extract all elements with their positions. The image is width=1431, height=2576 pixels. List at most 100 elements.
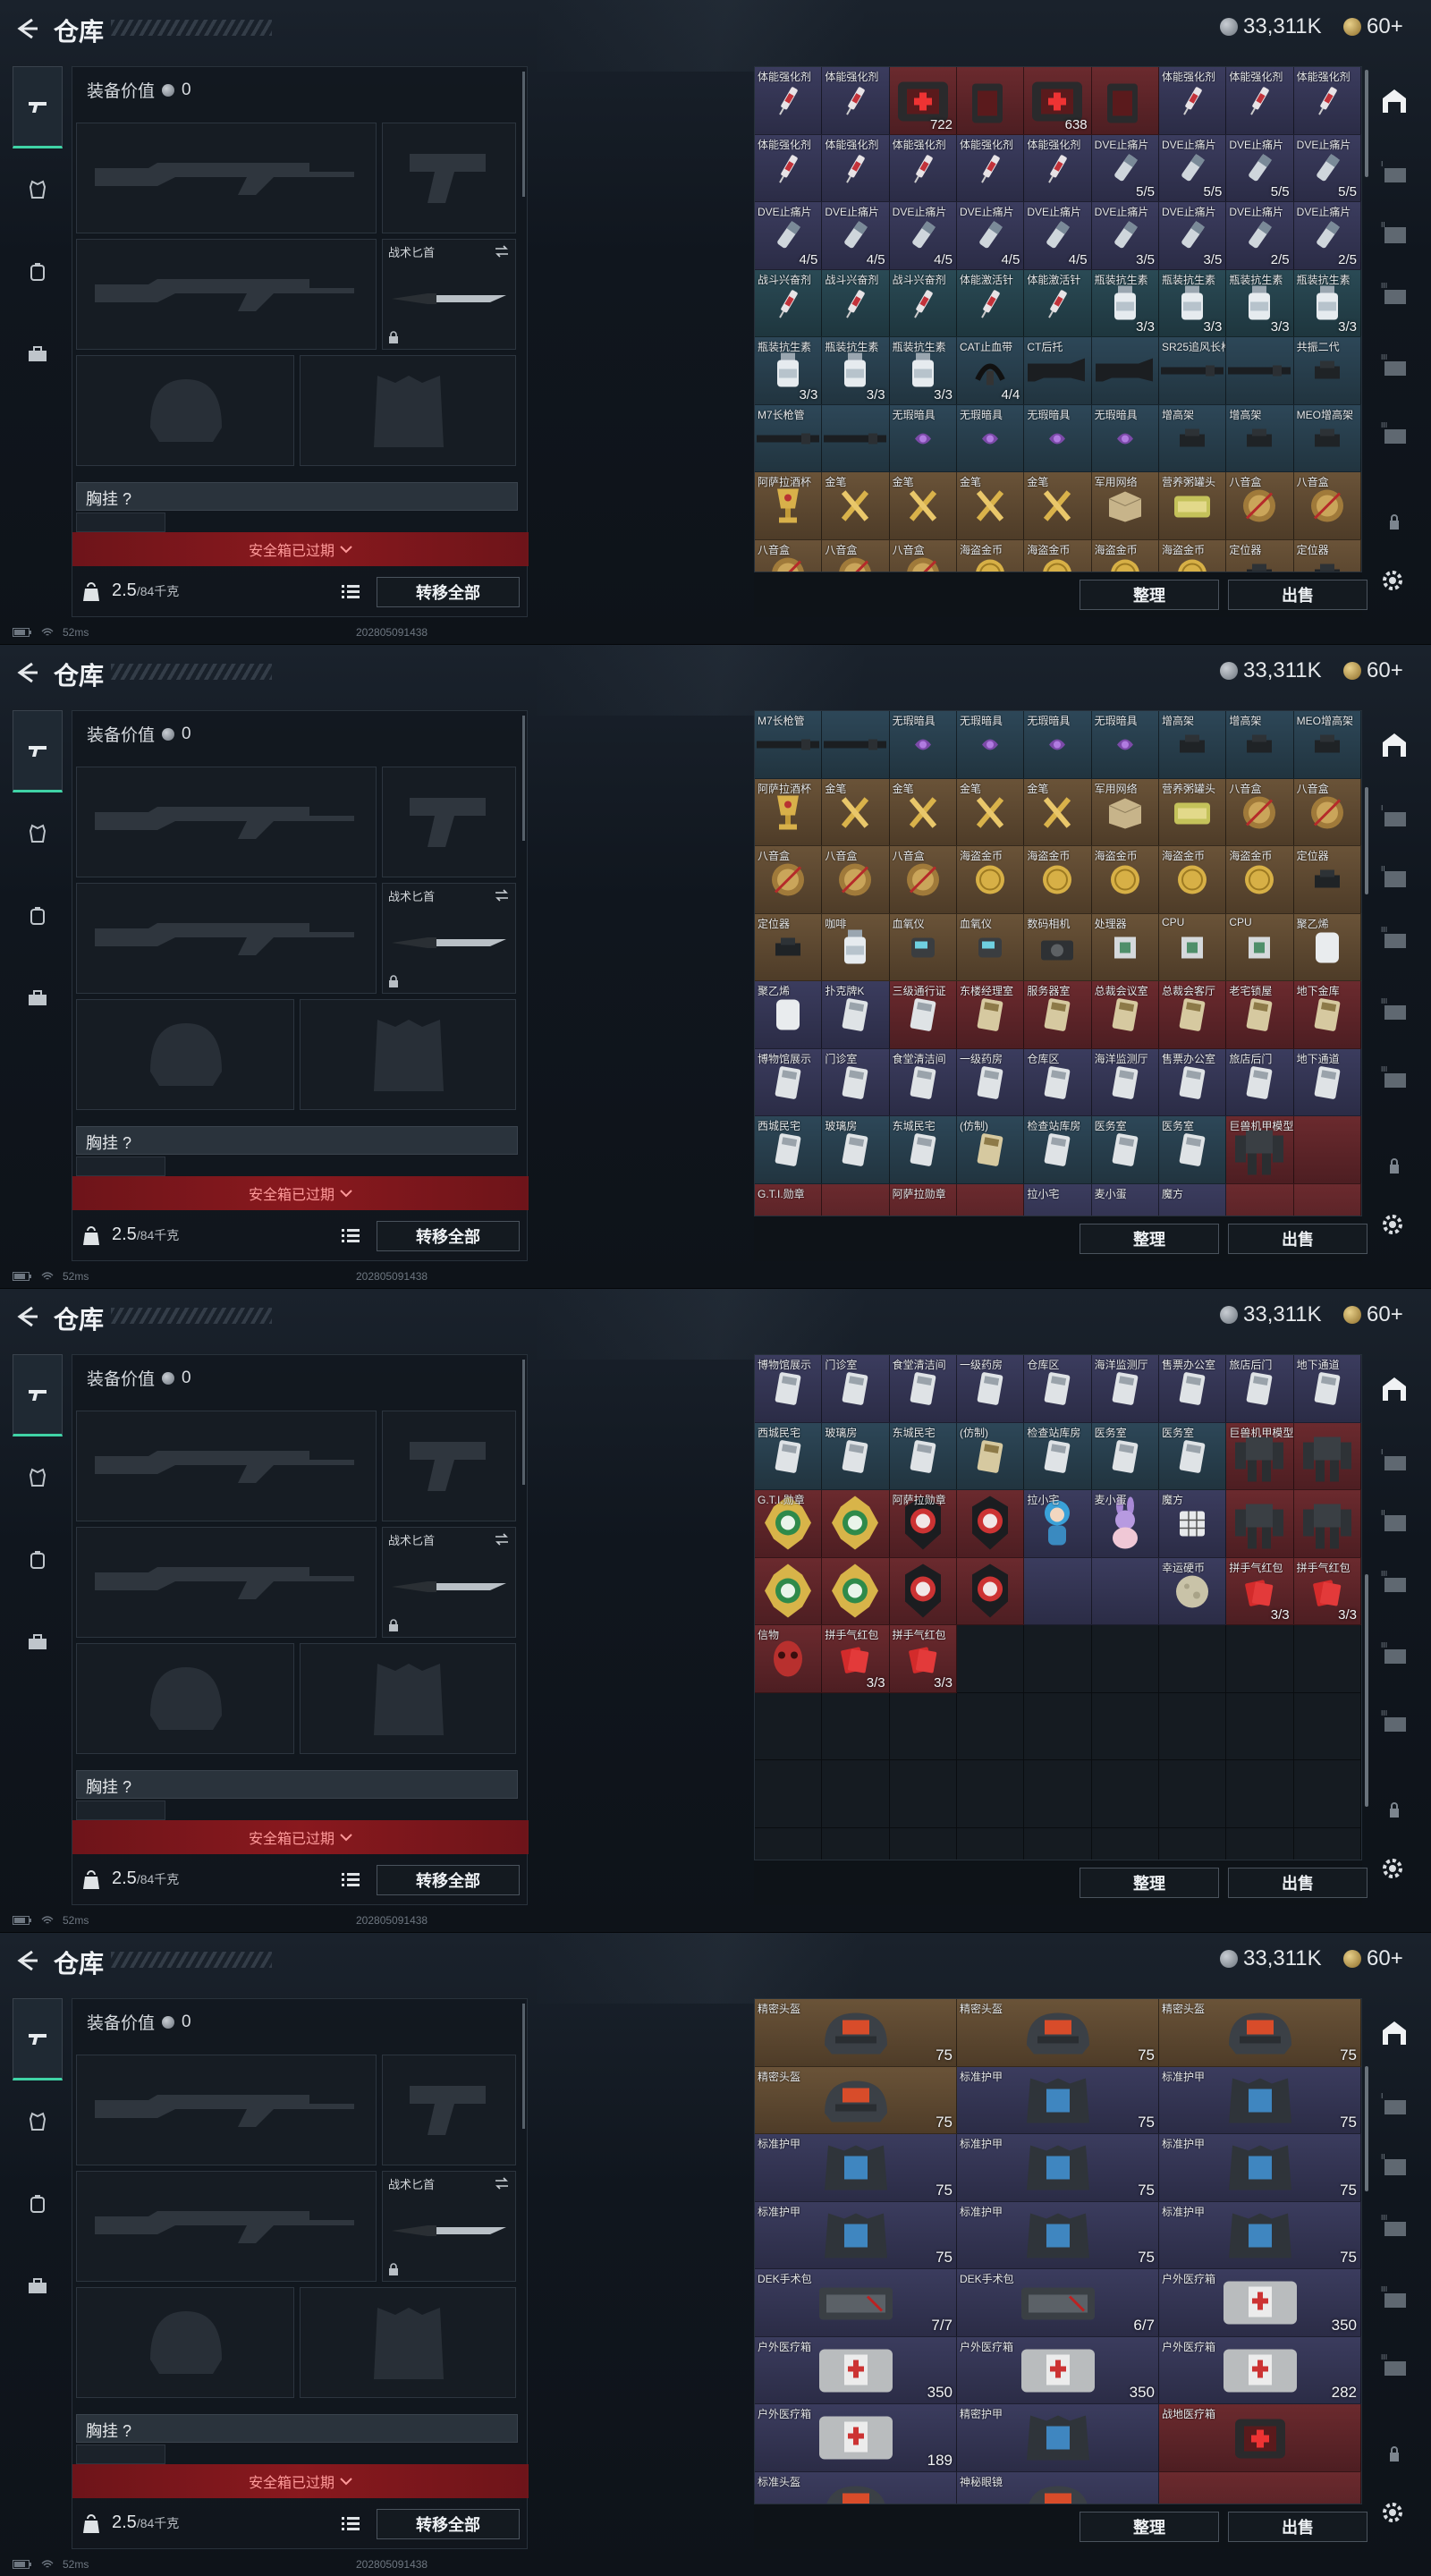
storage-tab-1-icon[interactable]: I	[1377, 2091, 1411, 2118]
inventory-item[interactable]	[1091, 67, 1159, 135]
inventory-item[interactable]: 西城民宅	[755, 1116, 823, 1184]
loadout-scrollbar[interactable]	[522, 2004, 525, 2129]
inventory-item[interactable]: 八音盒	[1293, 778, 1361, 846]
inventory-item[interactable]: 麦小蛋	[1091, 1183, 1159, 1216]
inventory-item[interactable]: 魔方	[1159, 1183, 1227, 1216]
sort-button[interactable]: 整理	[1080, 1224, 1219, 1254]
inventory-item[interactable]: 博物馆展示	[755, 1048, 823, 1116]
inventory-item[interactable]	[1226, 1490, 1294, 1558]
storage-tab-3-icon[interactable]: III	[1377, 281, 1411, 308]
inventory-item[interactable]: 阿萨拉勋章	[889, 1490, 957, 1558]
inventory-item[interactable]: 无瑕暗具	[957, 404, 1025, 472]
inventory-item[interactable]: 精密头盔 75	[755, 1999, 957, 2067]
inventory-item[interactable]: 总裁会议室	[1091, 981, 1159, 1049]
sell-button[interactable]: 出售	[1228, 1868, 1367, 1898]
helmet-slot[interactable]	[76, 2287, 294, 2398]
body-armor-slot[interactable]	[300, 1643, 516, 1754]
inventory-item[interactable]	[822, 711, 890, 779]
inventory-item[interactable]: 户外医疗箱 350	[1159, 2269, 1361, 2337]
warehouse-tab-icon[interactable]	[1377, 88, 1411, 114]
inventory-item[interactable]: 无瑕暗具	[957, 711, 1025, 779]
inventory-item[interactable]: 仓库区	[1024, 1355, 1092, 1423]
inventory-item[interactable]: DVE止痛片 2/5	[1293, 202, 1361, 270]
inventory-item[interactable]: DVE止痛片 2/5	[1226, 202, 1294, 270]
inventory-item[interactable]: 处理器	[1091, 913, 1159, 981]
inventory-item[interactable]: 营养粥罐头	[1159, 778, 1227, 846]
storage-tab-4-icon[interactable]: III	[1377, 1640, 1411, 1667]
inventory-item[interactable]: 体能强化剂	[1293, 67, 1361, 135]
inventory-item[interactable]: 拼手气红包 3/3	[1293, 1557, 1361, 1625]
inventory-item[interactable]: 巨兽机甲模型	[1226, 1422, 1294, 1490]
inventory-item[interactable]: 定位器	[1293, 846, 1361, 914]
storage-tab-3-icon[interactable]: III	[1377, 1569, 1411, 1596]
inventory-item[interactable]: 巨兽机甲模型	[1226, 1116, 1294, 1184]
inventory-item[interactable]: 战斗兴奋剂	[889, 269, 957, 337]
inventory-item[interactable]: 瓶装抗生素 3/3	[1159, 269, 1227, 337]
inventory-item[interactable]: 标准护甲 75	[957, 2134, 1159, 2202]
inventory-item[interactable]: 仓库区	[1024, 1048, 1092, 1116]
inventory-item[interactable]	[1293, 1183, 1361, 1216]
inventory-item[interactable]: 旅店后门	[1226, 1048, 1294, 1116]
inventory-item[interactable]: 海洋监测厅	[1091, 1048, 1159, 1116]
inventory-item[interactable]: 血氧仪	[889, 913, 957, 981]
tab-backpack[interactable]	[13, 2163, 63, 2245]
storage-tab-5-icon[interactable]: III	[1377, 2352, 1411, 2379]
tab-weapons[interactable]	[13, 1998, 63, 2080]
inventory-item[interactable]: 神秘眼镜	[957, 2471, 1159, 2504]
inventory-item[interactable]	[1293, 1422, 1361, 1490]
inventory-item[interactable]: 体能强化剂	[1226, 67, 1294, 135]
tab-briefcase[interactable]	[13, 313, 63, 395]
inventory-item[interactable]	[1159, 2471, 1361, 2504]
inventory-item[interactable]: 检查站库房	[1024, 1116, 1092, 1184]
inventory-item[interactable]: 增高架	[1226, 404, 1294, 472]
back-arrow-icon[interactable]	[14, 1304, 39, 1329]
inventory-item[interactable]: 瓶装抗生素 3/3	[822, 337, 890, 405]
inventory-item[interactable]: 地下通道	[1293, 1048, 1361, 1116]
inventory-item[interactable]: 售票办公室	[1159, 1355, 1227, 1423]
safe-box-expired-bar[interactable]: 安全箱已过期	[72, 2464, 529, 2498]
loadout-scrollbar[interactable]	[522, 716, 525, 841]
storage-tab-5-icon[interactable]: III	[1377, 1708, 1411, 1735]
storage-tab-2-icon[interactable]: II	[1377, 220, 1411, 247]
inventory-item[interactable]: DVE止痛片 5/5	[1293, 134, 1361, 202]
inventory-item[interactable]: 玻璃房	[822, 1116, 890, 1184]
inventory-item[interactable]: 标准护甲 75	[1159, 2066, 1361, 2134]
pistol-slot[interactable]	[382, 767, 516, 877]
warehouse-tab-icon[interactable]	[1377, 1376, 1411, 1402]
tab-backpack[interactable]	[13, 875, 63, 957]
inventory-item[interactable]: DVE止痛片 4/5	[957, 202, 1025, 270]
inventory-item[interactable]: 精密护甲	[957, 2404, 1159, 2472]
inventory-item[interactable]: 聚乙烯	[1293, 913, 1361, 981]
tab-armor[interactable]	[13, 792, 63, 875]
chest-rig-bar[interactable]: 胸挂 ?	[76, 1770, 518, 1799]
secondary-weapon-slot[interactable]	[76, 2171, 377, 2282]
inventory-item[interactable]	[889, 1557, 957, 1625]
helmet-slot[interactable]	[76, 1643, 294, 1754]
list-icon[interactable]	[341, 2514, 360, 2532]
gear-icon[interactable]	[1379, 567, 1406, 594]
primary-weapon-slot[interactable]	[76, 2055, 377, 2165]
inventory-item[interactable]: 共振二代	[1293, 337, 1361, 405]
inventory-item[interactable]	[822, 1183, 890, 1216]
inventory-item[interactable]: 增高架	[1226, 711, 1294, 779]
sort-button[interactable]: 整理	[1080, 1868, 1219, 1898]
inventory-item[interactable]: 定位器	[755, 913, 823, 981]
inventory-item[interactable]: CT后托	[1024, 337, 1092, 405]
inventory-item[interactable]: 八音盒	[755, 539, 823, 572]
inventory-item[interactable]: 标准护甲 75	[957, 2201, 1159, 2269]
inventory-item[interactable]: 户外医疗箱 350	[755, 2336, 957, 2404]
inventory-item[interactable]: 玻璃房	[822, 1422, 890, 1490]
inventory-item[interactable]: 拼手气红包 3/3	[1226, 1557, 1294, 1625]
inventory-item[interactable]	[1293, 1116, 1361, 1184]
inventory-item[interactable]: 无瑕暗具	[1024, 711, 1092, 779]
inventory-item[interactable]: 增高架	[1159, 404, 1227, 472]
inventory-item[interactable]	[1293, 1490, 1361, 1558]
inventory-item[interactable]: 体能激活针	[1024, 269, 1092, 337]
inventory-item[interactable]	[957, 1490, 1025, 1558]
inventory-item[interactable]: 标准护甲 75	[755, 2201, 957, 2269]
warehouse-scrollbar[interactable]	[1365, 70, 1368, 177]
inventory-item[interactable]: 检查站库房	[1024, 1422, 1092, 1490]
inventory-item[interactable]: 金笔	[822, 778, 890, 846]
storage-tab-2-icon[interactable]: II	[1377, 864, 1411, 891]
tab-briefcase[interactable]	[13, 1601, 63, 1683]
